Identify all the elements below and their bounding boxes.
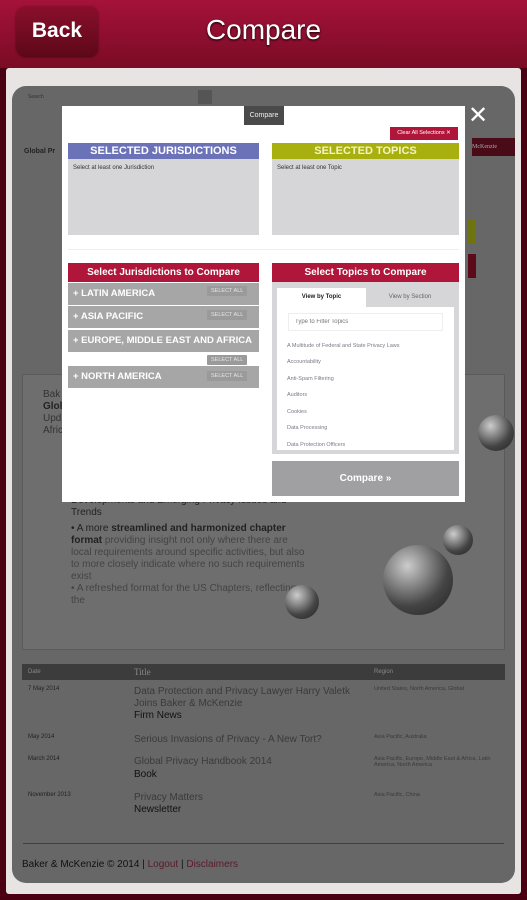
row-type: Book (134, 769, 157, 780)
selection-placeholder: Select at least one Topic (272, 159, 459, 235)
row-date: November 2013 (28, 792, 71, 798)
bullet-list: Developments and Emerging Privacy Issues… (71, 495, 311, 607)
row-title-link[interactable]: Data Protection and Privacy Lawyer Harry… (134, 686, 364, 710)
molecule-image (285, 585, 319, 619)
intro-text: Afric (43, 425, 63, 436)
row-date: May 2014 (28, 734, 55, 740)
region-label: + LATIN AMERICA (73, 288, 156, 299)
topic-item[interactable]: Data Processing (287, 425, 327, 431)
section-title: SELECTED JURISDICTIONS (68, 143, 259, 159)
select-all-button[interactable]: SELECT ALL (207, 371, 248, 381)
row-region: United States, North America, Global (374, 686, 464, 692)
footer: Baker & McKenzie © 2014 | Logout | Discl… (22, 859, 238, 871)
topic-list: A Multitude of Federal and State Privacy… (277, 307, 454, 450)
topic-item[interactable]: Accountability (287, 359, 321, 365)
clear-all-button[interactable]: Clear All Selections ✕ (390, 127, 458, 140)
search-button[interactable] (198, 90, 212, 104)
intro-text: Bak (43, 389, 61, 400)
selected-jurisdictions: SELECTED JURISDICTIONS Select at least o… (68, 143, 259, 235)
topics-panel: View by Topic View by Section A Multitud… (272, 282, 459, 454)
molecule-image (443, 525, 473, 555)
region-label: + NORTH AMERICA (73, 371, 162, 382)
region-label: + EUROPE, MIDDLE EAST AND AFRICA (73, 335, 253, 346)
molecule-image (383, 545, 453, 615)
column-region: Region (374, 669, 394, 675)
bullet-text: A more (76, 523, 112, 534)
select-all-button[interactable]: SELECT ALL (207, 355, 248, 365)
row-title-link[interactable]: Privacy Matters (134, 792, 203, 803)
tab-view-by-section[interactable]: View by Section (366, 288, 454, 307)
row-title-link[interactable]: Serious Invasions of Privacy - A New Tor… (134, 734, 322, 745)
topic-item[interactable]: A Multitude of Federal and State Privacy… (287, 343, 400, 349)
logout-link[interactable]: Logout (148, 859, 179, 870)
jurisdictions-title: Select Jurisdictions to Compare (68, 263, 259, 282)
topics-title: Select Topics to Compare (272, 263, 459, 282)
row-type: Newsletter (134, 804, 182, 815)
red-accent (468, 254, 476, 278)
column-date: Date (28, 669, 41, 675)
row-title-link[interactable]: Global Privacy Handbook 2014 (134, 756, 272, 767)
divider (23, 843, 504, 844)
selection-placeholder: Select at least one Jurisdiction (68, 159, 259, 235)
divider (68, 249, 459, 250)
region-europe-middle-east-africa[interactable]: + EUROPE, MIDDLE EAST AND AFRICA (68, 330, 259, 352)
bullet-item: • A more streamlined and harmonized chap… (71, 523, 305, 582)
region-label: + ASIA PACIFIC (73, 311, 144, 322)
tab-view-by-topic[interactable]: View by Topic (277, 288, 366, 307)
brand-logo: McKenzie (472, 138, 515, 156)
selected-topics: SELECTED TOPICS Select at least one Topi… (272, 143, 459, 235)
molecule-image (478, 415, 514, 451)
copyright: Baker & McKenzie © 2014 | (22, 859, 145, 870)
green-accent (468, 220, 476, 244)
tab-global-privacy[interactable]: Global Pr (24, 148, 55, 155)
row-date: 7 May 2014 (28, 686, 60, 692)
intro-text: Upd (43, 413, 62, 424)
app-header: Back Compare (0, 0, 527, 68)
page-title: Compare (205, 14, 322, 45)
row-region: Asia Pacific, Australia (374, 734, 427, 740)
topic-filter-input[interactable] (288, 313, 443, 331)
separator: | (180, 859, 184, 870)
modal-tab-compare[interactable]: Compare (244, 106, 284, 125)
bullet-text: A refreshed format for the US Chapters, … (71, 583, 297, 606)
select-all-button[interactable]: SELECT ALL (207, 286, 248, 296)
topic-item[interactable]: Cookies (287, 409, 307, 415)
topic-item[interactable]: Auditors (287, 392, 307, 398)
bullet-item: • A refreshed format for the US Chapters… (71, 583, 297, 606)
search-label: Search (28, 94, 44, 100)
topic-item[interactable]: Anti-Spam Filtering (287, 376, 334, 382)
close-icon[interactable]: ✕ (468, 101, 488, 130)
topic-item[interactable]: Data Protection Officers (287, 442, 345, 448)
disclaimers-link[interactable]: Disclaimers (186, 859, 238, 870)
section-title: SELECTED TOPICS (272, 143, 459, 159)
column-title: Title (134, 667, 151, 677)
compare-modal: Compare Clear All Selections ✕ SELECTED … (62, 106, 465, 502)
intro-text: Glol (43, 401, 63, 412)
row-region: Asia Pacific, China (374, 792, 420, 798)
bullet-text: providing insight not only where there a… (71, 535, 305, 582)
row-region: Asia Pacific, Europe, Middle East & Afri… (374, 756, 491, 768)
table-header: Date Title Region (22, 664, 505, 680)
row-type: Firm News (134, 710, 182, 721)
select-all-button[interactable]: SELECT ALL (207, 310, 248, 320)
compare-button[interactable]: Compare » (272, 461, 459, 496)
row-date: March 2014 (28, 756, 60, 762)
